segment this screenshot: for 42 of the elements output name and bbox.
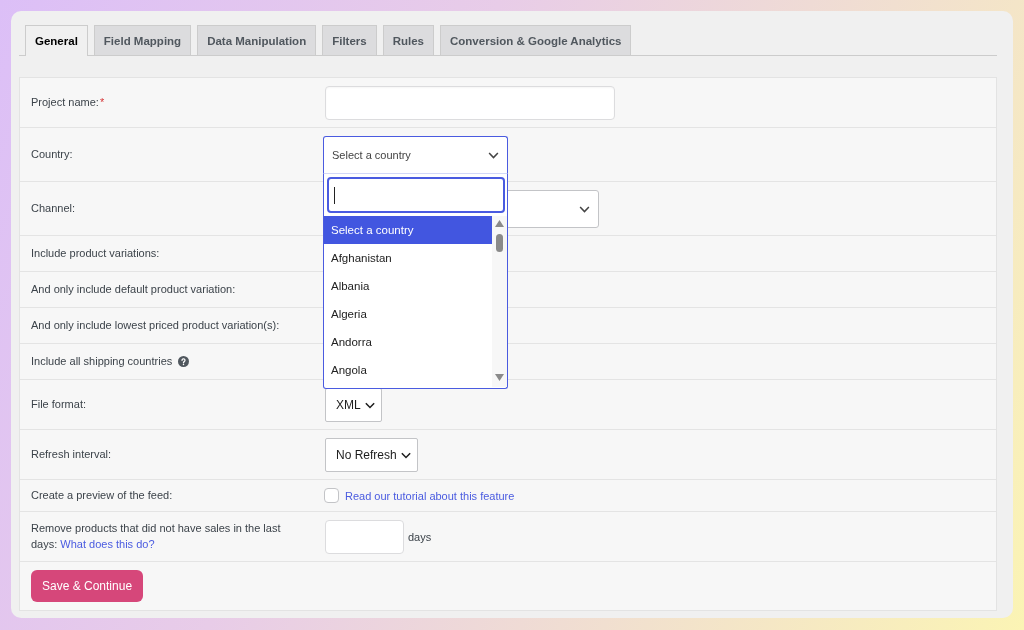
- search-field[interactable]: [327, 177, 505, 213]
- tab[interactable]: Field Mapping: [93, 25, 192, 55]
- field-label: And only include default product variation:: [31, 281, 236, 297]
- field-label: Include product variations:: [31, 245, 160, 261]
- field-label: Channel:: [31, 201, 76, 217]
- dropdown-select[interactable]: XML: [325, 388, 382, 422]
- help-link[interactable]: What does this do?: [60, 537, 155, 550]
- chevron-down-icon: [488, 151, 499, 159]
- dropdown-select[interactable]: No Refresh: [325, 438, 418, 472]
- text-cursor: [334, 186, 335, 204]
- dropdown-option[interactable]: Angola: [324, 356, 492, 384]
- unit-label: days: [408, 530, 432, 543]
- chevron-down-icon: [364, 401, 375, 409]
- chevron-down-icon: [579, 205, 590, 213]
- dropdown-option[interactable]: Select a country: [324, 216, 492, 244]
- field-label: And only include lowest priced product variation(s):: [31, 317, 280, 333]
- scrollbar[interactable]: [492, 216, 507, 387]
- field-label: Remove products that did not have sales in the last days: What does this do?: [31, 521, 282, 552]
- chevron-down-icon: [400, 451, 411, 459]
- dropdown-option[interactable]: Albania: [324, 272, 492, 300]
- dropdown-select[interactable]: Select a country: [323, 136, 508, 174]
- dropdown-option[interactable]: Andorra: [324, 328, 492, 356]
- field-label: Project name:: [31, 95, 99, 111]
- checkbox[interactable]: [324, 488, 339, 504]
- tab[interactable]: Rules: [382, 25, 434, 55]
- field-label: Country:: [31, 147, 73, 163]
- field-label: Create a preview of the feed:: [31, 488, 173, 503]
- help-icon[interactable]: [178, 356, 190, 367]
- required-mark: *: [99, 95, 105, 111]
- dropdown-option[interactable]: Afghanistan: [324, 244, 492, 272]
- dropdown-option[interactable]: Algeria: [324, 300, 492, 328]
- save-button[interactable]: Save & Continue: [31, 569, 144, 602]
- tab[interactable]: Filters: [322, 25, 377, 55]
- tutorial-link[interactable]: Read our tutorial about this feature: [345, 489, 515, 502]
- tab[interactable]: Data Manipulation: [197, 25, 317, 55]
- tab[interactable]: Conversion & Google Analytics: [440, 25, 632, 55]
- number-field[interactable]: [325, 519, 404, 554]
- tab[interactable]: General: [25, 25, 88, 56]
- field-label: Refresh interval:: [31, 447, 112, 463]
- text-field[interactable]: [325, 86, 615, 120]
- field-label: Include all shipping countries: [31, 353, 173, 369]
- field-label: File format:: [31, 397, 86, 413]
